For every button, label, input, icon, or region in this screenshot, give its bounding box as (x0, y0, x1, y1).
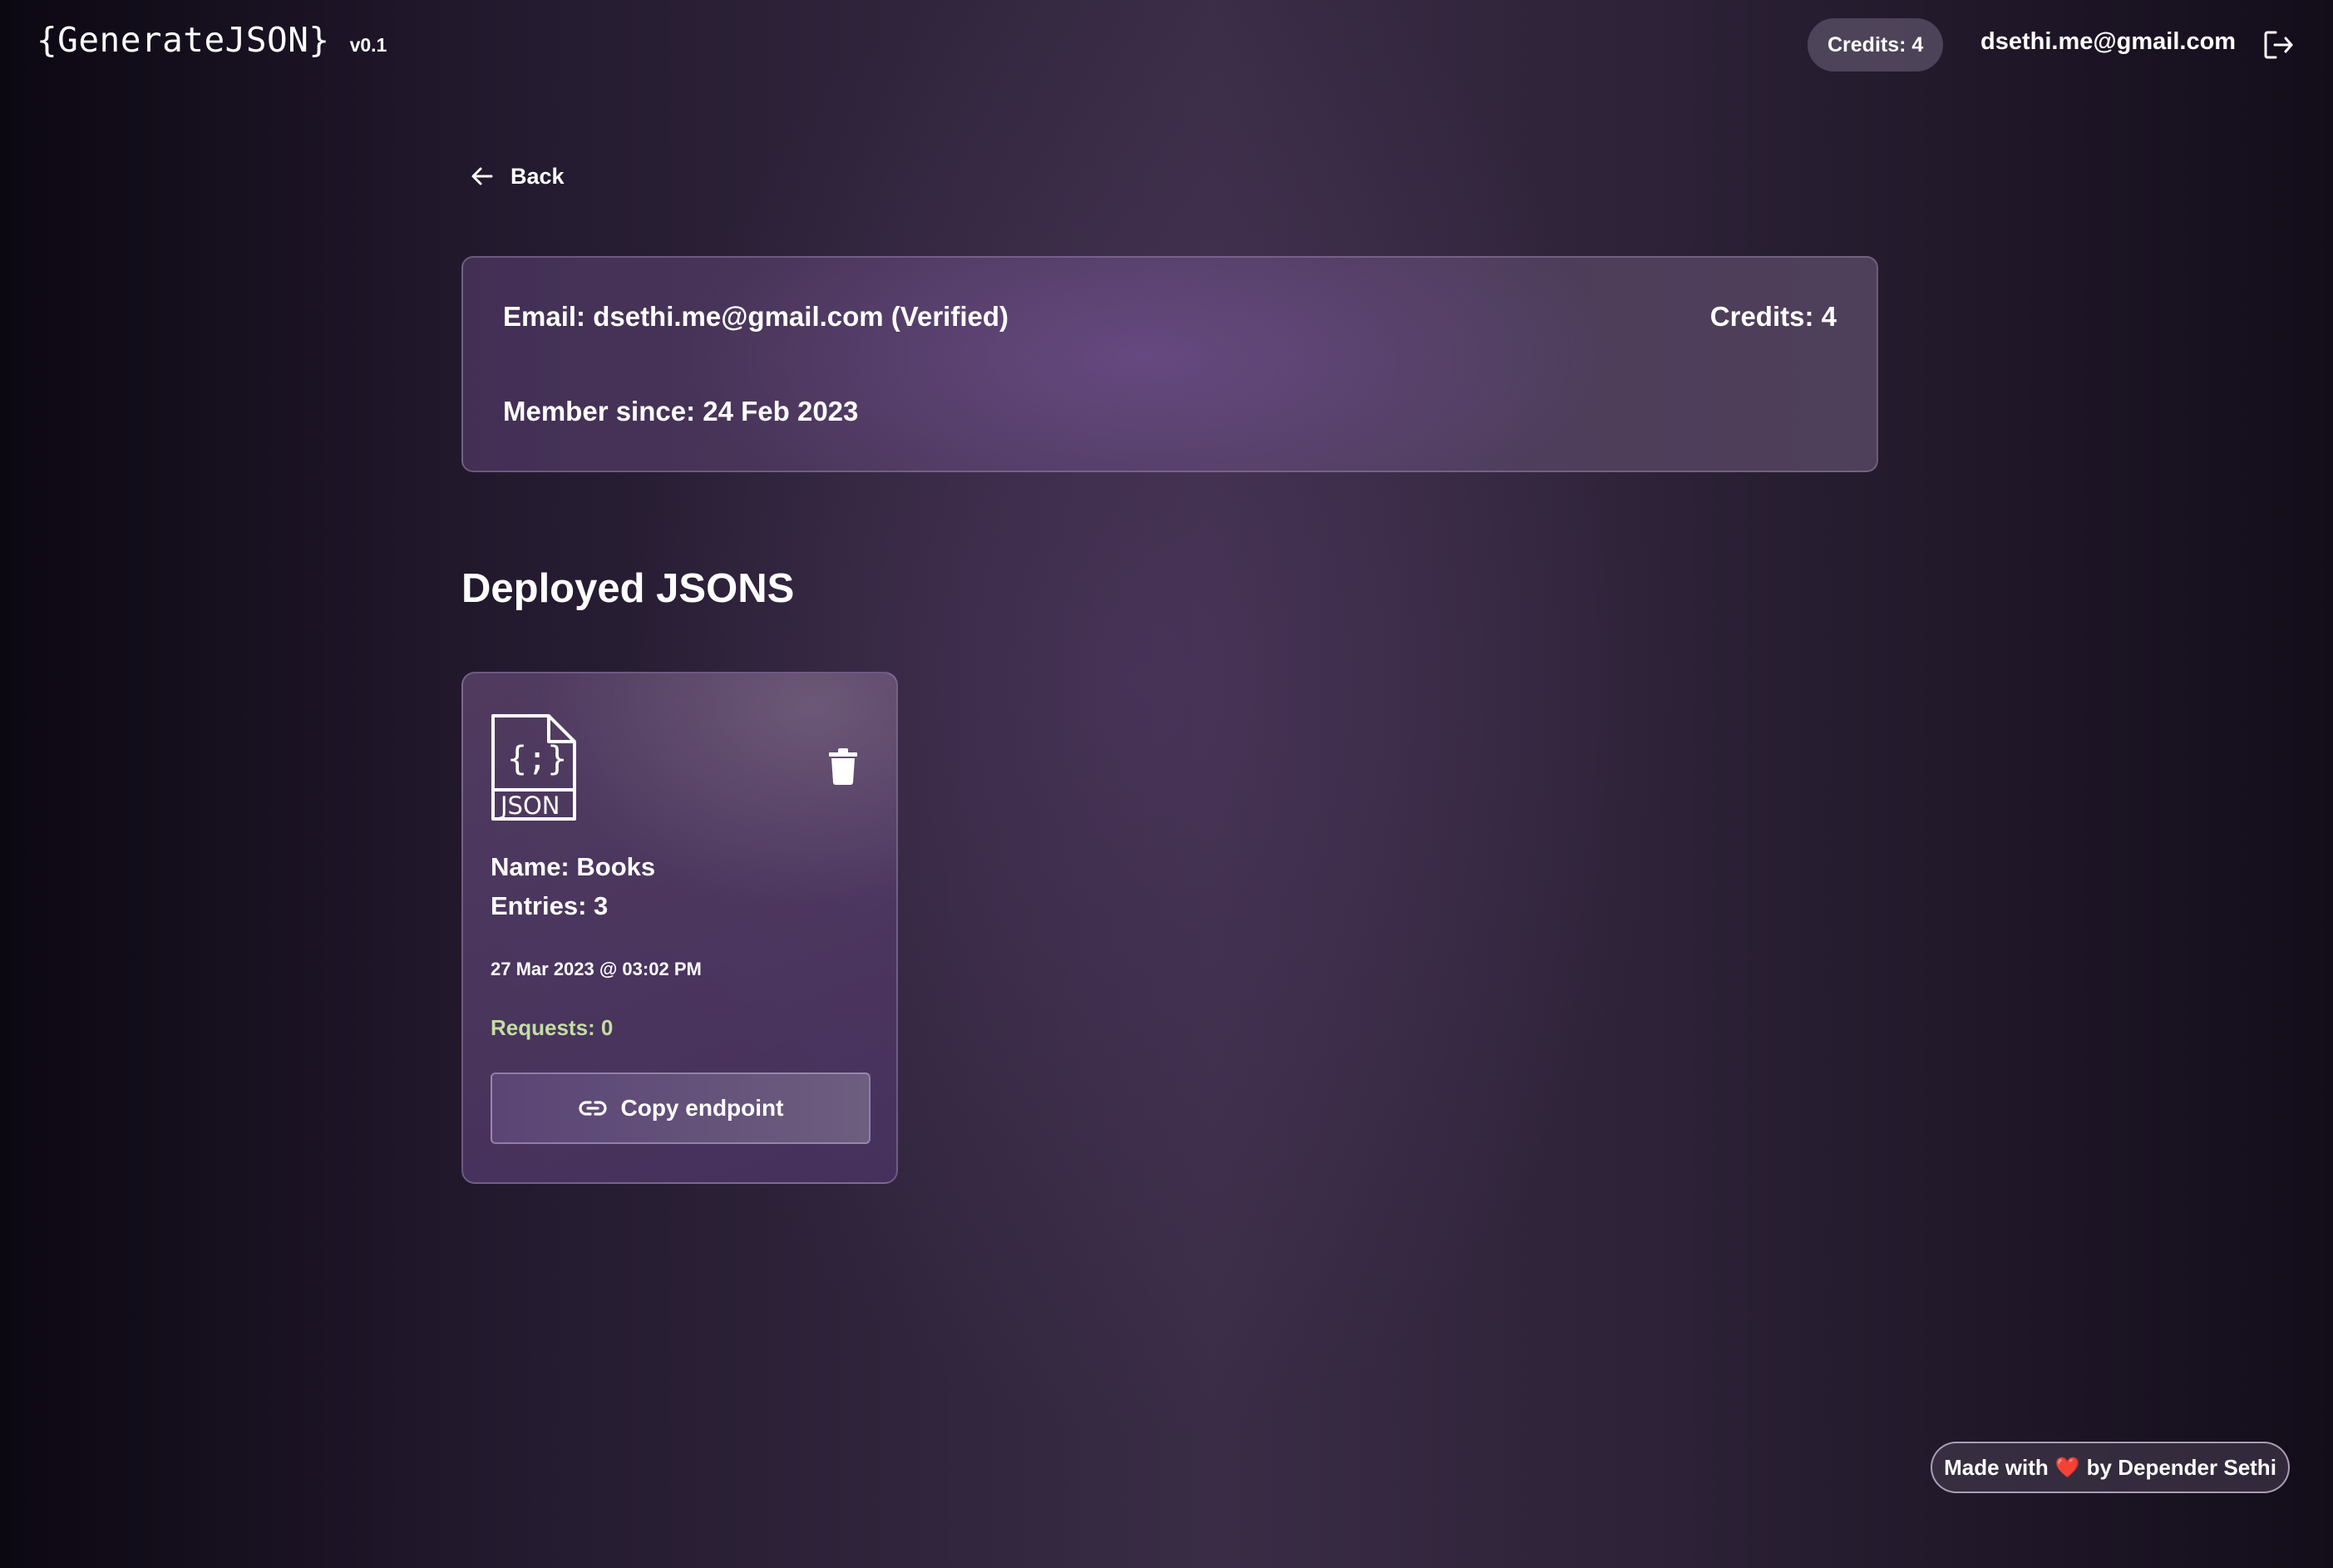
back-label: Back (510, 163, 565, 189)
profile-panel: Email: dsethi.me@gmail.com (Verified) Cr… (461, 256, 1878, 472)
profile-email: Email: dsethi.me@gmail.com (Verified) (503, 301, 1009, 332)
heart-icon: ❤️ (2054, 1456, 2080, 1479)
header-user-email: dsethi.me@gmail.com (1980, 28, 2237, 55)
profile-member-since: Member since: 24 Feb 2023 (503, 396, 859, 427)
made-with-badge[interactable]: Made with ❤️ by Depender Sethi (1931, 1442, 2290, 1493)
svg-text:JSON: JSON (499, 791, 560, 820)
arrow-left-icon (471, 167, 493, 185)
brand[interactable]: {GenerateJSON} v0.1 (37, 20, 387, 60)
brand-version: v0.1 (349, 34, 387, 56)
copy-endpoint-button[interactable]: Copy endpoint (491, 1072, 871, 1144)
json-card: {;} JSON Name: Books Entries: 3 27 Mar 2… (461, 672, 898, 1184)
json-entries: Entries: 3 (491, 891, 609, 920)
logout-icon (2264, 31, 2293, 59)
made-with-suffix: by Depender Sethi (2086, 1454, 2276, 1480)
credits-badge: Credits: 4 (1808, 18, 1944, 71)
made-with-prefix: Made with (1944, 1454, 2049, 1480)
link-icon (578, 1101, 607, 1116)
json-date: 27 Mar 2023 @ 03:02 PM (491, 959, 702, 979)
json-requests: Requests: 0 (491, 1015, 614, 1040)
section-title-deployed: Deployed JSONS (461, 566, 795, 611)
top-bar: {GenerateJSON} v0.1 Credits: 4 dsethi.me… (0, 0, 2333, 91)
delete-button[interactable] (827, 748, 859, 785)
json-name: Name: Books (491, 852, 656, 881)
logout-button[interactable] (2263, 30, 2295, 60)
profile-credits: Credits: 4 (1709, 301, 1837, 332)
json-file-icon: {;} JSON (491, 714, 576, 821)
trash-icon (829, 748, 857, 785)
svg-text:{;}: {;} (507, 740, 567, 778)
brand-name: {GenerateJSON} (37, 20, 330, 60)
back-button[interactable]: Back (469, 160, 565, 193)
copy-endpoint-label: Copy endpoint (620, 1095, 784, 1121)
